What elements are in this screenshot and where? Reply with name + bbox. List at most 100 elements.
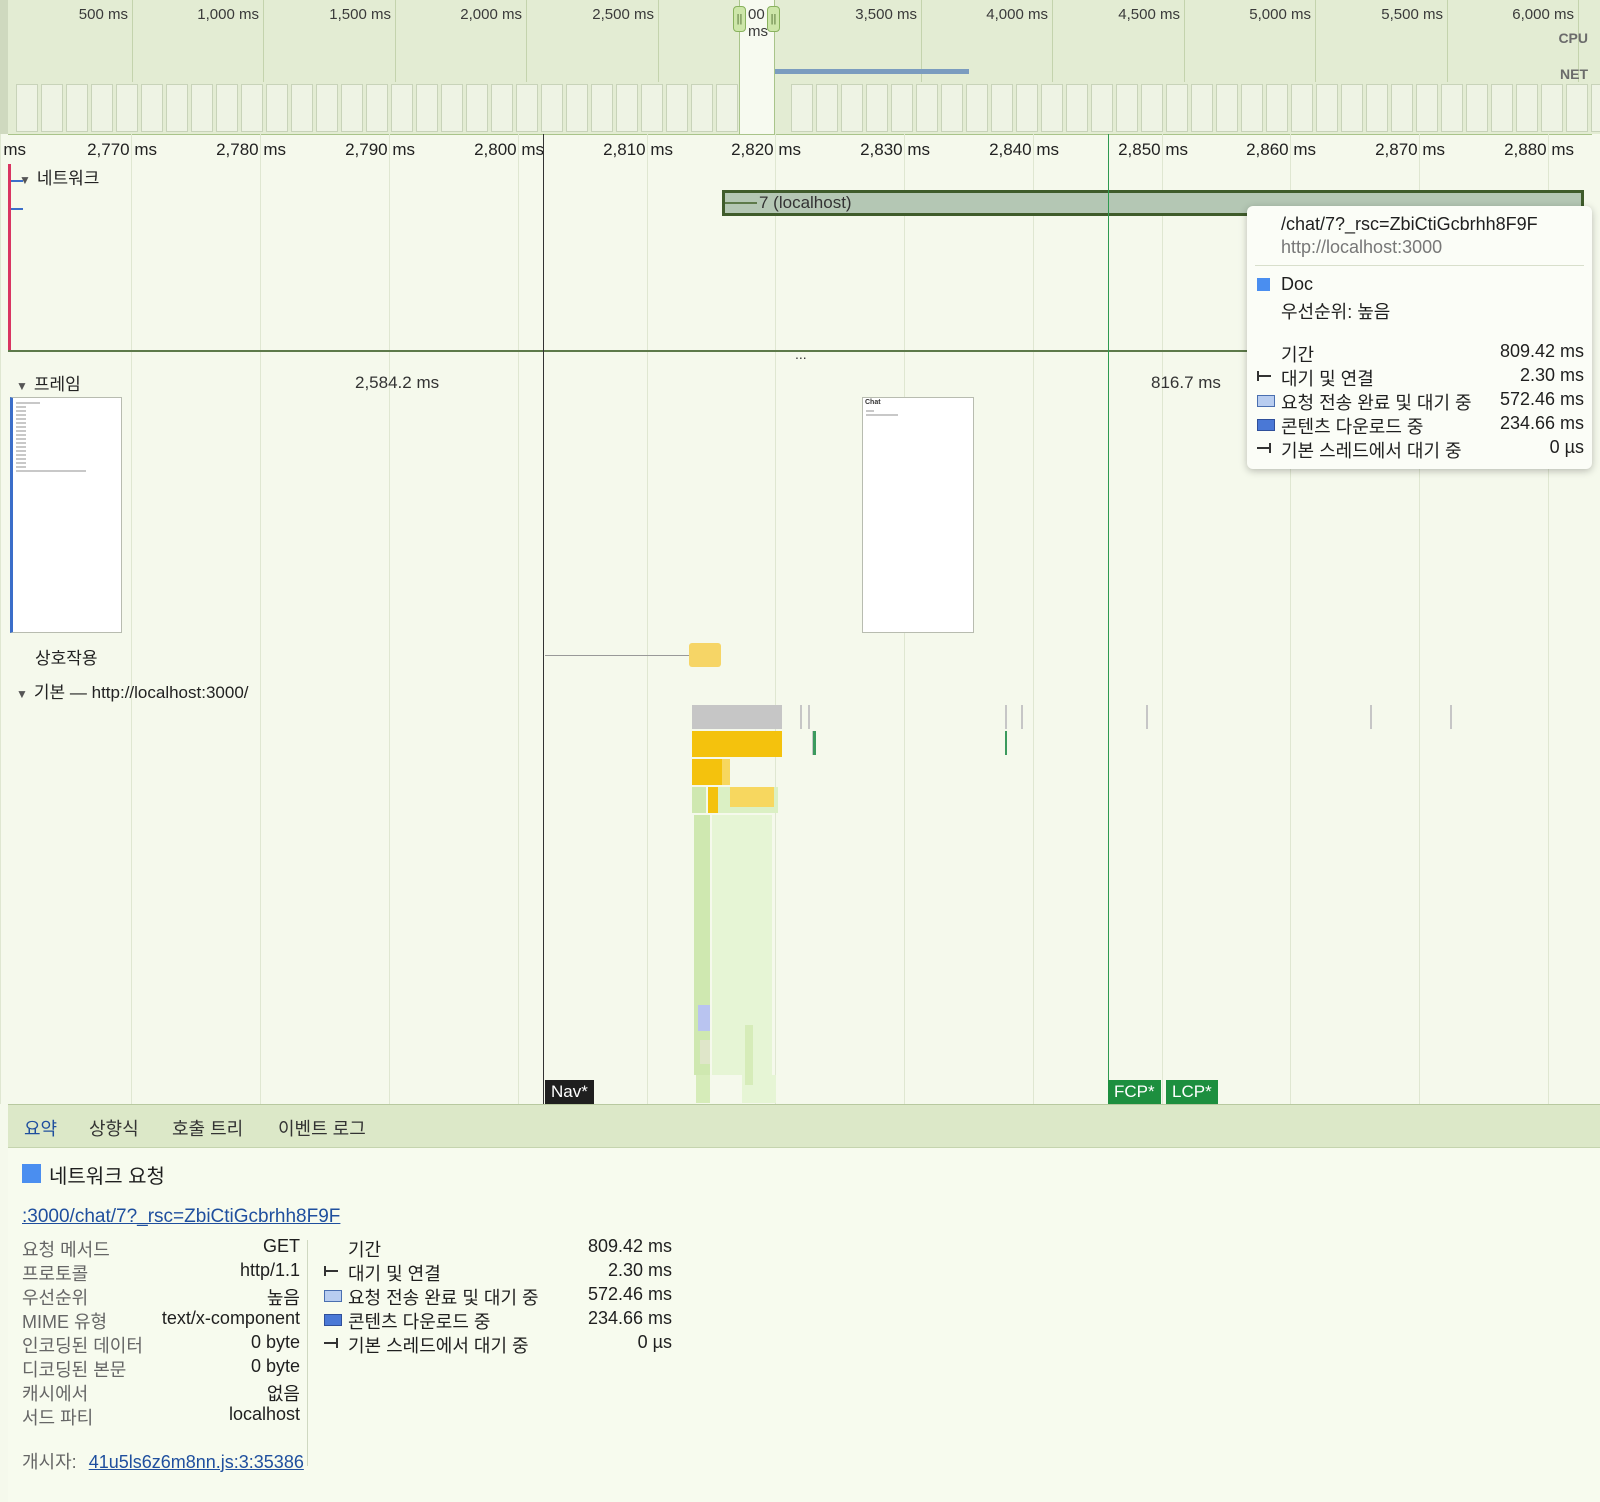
flame-block[interactable] xyxy=(692,705,722,729)
timeline-overview[interactable]: 500 ms 1,000 ms 1,500 ms 2,000 ms 2,500 ms 3,… xyxy=(0,0,1600,134)
overview-left-handle[interactable]: || xyxy=(733,6,746,32)
overview-frame-thumb xyxy=(1091,84,1113,132)
overview-frame-thumb xyxy=(66,84,88,132)
frame-screenshot[interactable] xyxy=(10,397,122,633)
flame-block[interactable] xyxy=(722,705,738,729)
flame-block[interactable] xyxy=(1370,705,1372,729)
divider xyxy=(1255,265,1584,266)
flame-block[interactable] xyxy=(696,1075,710,1103)
property-key: 인코딩된 데이터 xyxy=(22,1336,143,1356)
flame-block[interactable] xyxy=(712,815,772,1075)
timing-value: 234.66 ms xyxy=(587,1308,672,1328)
overview-frame-thumb xyxy=(891,84,913,132)
flame-block[interactable] xyxy=(722,759,730,785)
interaction-block[interactable] xyxy=(689,643,721,667)
overview-tick-label: 4,500 ms xyxy=(1118,6,1180,23)
timing-row: 대기 및 연결 2.30 ms xyxy=(1255,365,1584,389)
timing-row: 기본 스레드에서 대기 중 0 µs xyxy=(322,1332,672,1356)
property-key: 요청 메서드 xyxy=(22,1240,110,1260)
flame-block[interactable] xyxy=(800,705,802,729)
overview-tick-label: 2,000 ms xyxy=(460,6,522,23)
overview-frame-thumb xyxy=(841,84,863,132)
flame-block[interactable] xyxy=(738,705,782,729)
grid-line xyxy=(0,134,1,1104)
expand-triangle-icon[interactable]: ▼ xyxy=(16,687,28,701)
timing-value: 2.30 ms xyxy=(607,1260,672,1280)
flame-block[interactable] xyxy=(738,731,782,757)
request-url-link[interactable]: :3000/chat/7?_rsc=ZbiCtiGcbrhh8F9F xyxy=(22,1206,340,1228)
property-key: MIME 유형 xyxy=(22,1312,108,1332)
overview-tick-line xyxy=(132,0,133,82)
overview-frame-thumb xyxy=(1241,84,1263,132)
flame-block[interactable] xyxy=(692,787,706,813)
overview-frame-thumb xyxy=(1291,84,1313,132)
tab-call-tree[interactable]: 호출 트리 xyxy=(172,1115,243,1150)
overview-tick-label: 1,500 ms xyxy=(329,6,391,23)
flame-block[interactable] xyxy=(1450,705,1452,729)
property-key: 서드 파티 xyxy=(22,1408,94,1428)
flame-block[interactable] xyxy=(745,1025,753,1085)
timing-label: 콘텐츠 다운로드 중 xyxy=(1281,417,1424,437)
overview-frame-thumb xyxy=(641,84,663,132)
nav-marker[interactable]: Nav* xyxy=(545,1080,594,1104)
overview-frame-thumb xyxy=(1266,84,1288,132)
property-row: 디코딩된 본문 0 byte xyxy=(22,1356,300,1380)
overview-frame-thumb xyxy=(1516,84,1538,132)
property-value: localhost xyxy=(228,1404,300,1424)
flame-block[interactable] xyxy=(708,787,718,813)
main-track-header[interactable]: ▼ 기본 — http://localhost:3000/ xyxy=(16,678,249,703)
divider xyxy=(307,1240,308,1466)
frames-track-header[interactable]: ▼ 프레임 xyxy=(16,370,81,395)
property-value: GET xyxy=(262,1236,300,1256)
timing-value: 234.66 ms xyxy=(1499,413,1584,433)
overview-right-handle[interactable]: || xyxy=(767,6,780,32)
flame-block[interactable] xyxy=(700,1040,710,1064)
flame-block[interactable] xyxy=(722,731,738,757)
interaction-whisker xyxy=(545,655,689,656)
tab-bottom-up[interactable]: 상향식 xyxy=(89,1115,139,1150)
overview-frame-thumb xyxy=(241,84,263,132)
fcp-marker[interactable]: FCP* xyxy=(1108,1080,1161,1104)
frame-heading: Chat xyxy=(865,399,881,406)
frame-screenshot[interactable]: Chat xyxy=(862,397,974,633)
network-track-header[interactable]: ▼ 네트워크 xyxy=(19,164,99,189)
flame-block[interactable] xyxy=(692,731,722,757)
flame-block[interactable] xyxy=(694,815,710,1075)
lcp-marker[interactable]: LCP* xyxy=(1166,1080,1218,1104)
ruler-tick-label: 2,860 ms xyxy=(1246,140,1316,159)
overview-frame-thumb xyxy=(16,84,38,132)
overview-frame-thumb xyxy=(991,84,1013,132)
property-value: http/1.1 xyxy=(239,1260,300,1280)
flame-block[interactable] xyxy=(1005,705,1007,729)
overview-frame-thumb xyxy=(1491,84,1513,132)
frame-duration: 2,584.2 ms xyxy=(355,373,440,392)
property-row: 요청 메서드 GET xyxy=(22,1236,300,1260)
more-dots[interactable]: ... xyxy=(795,346,807,362)
overview-frame-thumb xyxy=(716,84,738,132)
initiator-link[interactable]: 41u5ls6z6m8nn.js:3:35386 xyxy=(89,1452,304,1472)
tab-event-log[interactable]: 이벤트 로그 xyxy=(278,1115,366,1150)
timing-row: 기간 809.42 ms xyxy=(322,1236,672,1260)
flame-block[interactable] xyxy=(730,787,774,807)
ruler-tick-label: 2,810 ms xyxy=(603,140,673,159)
overview-frame-thumb xyxy=(1016,84,1038,132)
overview-frame-thumb xyxy=(1116,84,1138,132)
overview-frame-thumb xyxy=(1141,84,1163,132)
property-value: 0 byte xyxy=(250,1332,300,1352)
overview-frame-thumb xyxy=(1416,84,1438,132)
flame-block[interactable] xyxy=(1005,731,1007,755)
overview-tick-label: 5,000 ms xyxy=(1249,6,1311,23)
expand-triangle-icon[interactable]: ▼ xyxy=(16,379,28,393)
flame-block[interactable] xyxy=(1021,705,1023,729)
overview-frame-thumb xyxy=(1441,84,1463,132)
flame-block[interactable] xyxy=(1146,705,1148,729)
flame-block[interactable] xyxy=(808,705,810,729)
flame-block[interactable] xyxy=(813,731,816,755)
initiator: 개시자: 41u5ls6z6m8nn.js:3:35386 xyxy=(22,1448,304,1474)
flame-block[interactable] xyxy=(692,759,722,785)
flame-block[interactable] xyxy=(698,1005,710,1031)
overview-frame-thumb xyxy=(866,84,888,132)
timing-label: 대기 및 연결 xyxy=(1281,369,1374,389)
timing-label: 대기 및 연결 xyxy=(348,1264,441,1284)
property-key: 프로토콜 xyxy=(22,1264,89,1284)
